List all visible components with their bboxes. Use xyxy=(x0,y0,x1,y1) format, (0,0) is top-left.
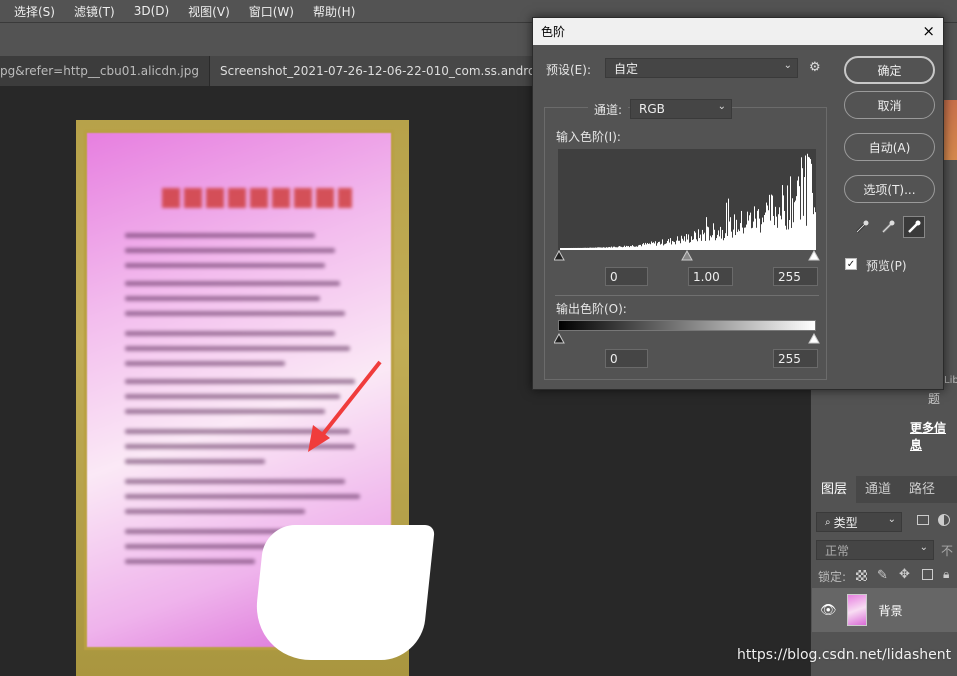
ok-button[interactable]: 确定 xyxy=(844,56,935,84)
blend-mode-select[interactable]: 正常 ⌄ xyxy=(816,540,934,560)
chevron-down-icon: ⌄ xyxy=(887,514,896,525)
tab-layers[interactable]: 图层 xyxy=(812,476,857,503)
filter-adjust-icon[interactable] xyxy=(938,514,950,526)
topic-text: 题 xyxy=(928,392,941,406)
input-black-slider xyxy=(554,250,565,261)
preset-label: 预设(E): xyxy=(546,63,591,77)
preview-checkbox[interactable]: ✓ xyxy=(845,258,857,270)
output-white-field[interactable]: 255 xyxy=(773,349,818,368)
input-white-field[interactable]: 255 xyxy=(773,267,818,286)
opacity-label: 不 xyxy=(941,544,954,558)
output-levels-label: 输出色阶(O): xyxy=(556,302,627,316)
filter-image-icon[interactable] xyxy=(917,515,929,525)
input-black-field[interactable]: 0 xyxy=(605,267,648,286)
preset-value: 自定 xyxy=(614,61,639,76)
watermark: https://blog.csdn.net/lidashent xyxy=(737,647,952,663)
output-sliders[interactable] xyxy=(554,333,820,345)
black-eyedropper-icon[interactable] xyxy=(851,216,873,238)
eye-icon[interactable]: 👁︎ xyxy=(820,603,837,618)
chevron-down-icon: ⌄ xyxy=(717,101,726,112)
lock-all-icon[interactable]: 🔒︎ xyxy=(943,567,949,582)
channel-select[interactable]: RGB ⌄ xyxy=(630,99,732,119)
lock-artboard-icon[interactable] xyxy=(922,569,933,580)
white-eyedropper-icon[interactable] xyxy=(903,216,925,238)
gear-icon[interactable]: ⚙︎ xyxy=(809,60,821,75)
lock-brush-icon[interactable]: ✎ xyxy=(877,568,888,583)
channel-label: 通道: xyxy=(588,101,629,118)
auto-button[interactable]: 自动(A) xyxy=(844,133,935,161)
options-button[interactable]: 选项(T)... xyxy=(844,175,935,203)
output-white-slider xyxy=(808,333,820,344)
output-gradient xyxy=(558,320,816,331)
lock-transparent-icon[interactable] xyxy=(856,570,867,581)
layer-filter-select[interactable]: ⌕ 类型 ⌄ xyxy=(816,512,902,532)
channel-value: RGB xyxy=(639,102,665,116)
histogram xyxy=(558,149,816,250)
lock-label: 锁定: xyxy=(818,570,847,584)
chevron-down-icon: ⌄ xyxy=(783,60,792,71)
layer-filter-value: 类型 xyxy=(833,515,858,530)
layer-thumbnail xyxy=(846,594,867,626)
layer-name: 背景 xyxy=(878,603,903,618)
search-icon: ⌕ xyxy=(825,516,831,528)
output-black-slider xyxy=(554,333,565,344)
preview-label: 预览(P) xyxy=(866,259,907,273)
divider xyxy=(555,295,819,296)
preset-select[interactable]: 自定 ⌄ xyxy=(605,58,798,78)
input-gamma-slider xyxy=(681,250,693,261)
chevron-down-icon: ⌄ xyxy=(919,542,928,553)
layers-panel-tabs: 图层 通道 路径 xyxy=(812,476,957,503)
blend-mode-value: 正常 xyxy=(825,543,850,558)
close-icon[interactable]: × xyxy=(922,22,935,40)
tab-channels[interactable]: 通道 xyxy=(856,476,900,503)
gray-eyedropper-icon[interactable] xyxy=(877,216,899,238)
dialog-title-bar: 色阶 × xyxy=(533,18,943,45)
input-levels-label: 输入色阶(I): xyxy=(556,130,621,144)
input-gamma-field[interactable]: 1.00 xyxy=(688,267,733,286)
library-text: Lib xyxy=(944,375,957,386)
more-info-link[interactable]: 更多信息 xyxy=(910,419,957,453)
output-black-field[interactable]: 0 xyxy=(605,349,648,368)
dialog-title: 色阶 xyxy=(541,25,566,39)
lock-move-icon[interactable]: ✥ xyxy=(899,567,910,582)
cancel-button[interactable]: 取消 xyxy=(844,91,935,119)
library-thumbnail xyxy=(944,100,957,160)
input-sliders[interactable] xyxy=(554,250,820,262)
input-white-slider xyxy=(808,250,820,261)
layer-row-background[interactable]: 👁︎ 背景 xyxy=(812,588,957,632)
levels-dialog: 色阶 × 预设(E): 自定 ⌄ ⚙︎ 通道: RGB ⌄ 输入色阶(I): 0… xyxy=(532,17,944,390)
tab-paths[interactable]: 路径 xyxy=(900,476,944,503)
